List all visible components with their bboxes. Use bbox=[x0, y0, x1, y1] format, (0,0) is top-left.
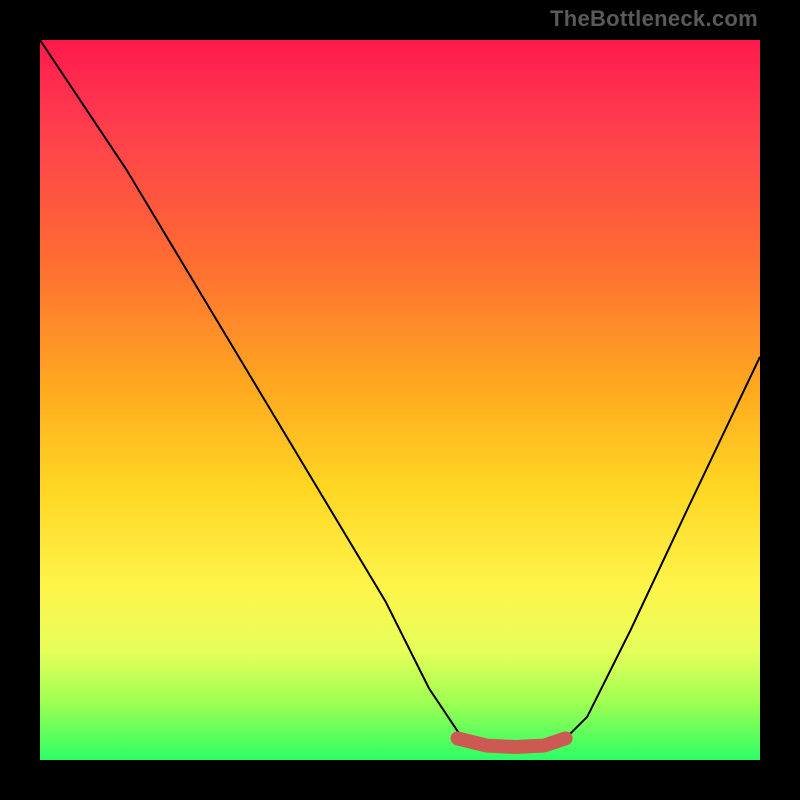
watermark-text: TheBottleneck.com bbox=[550, 6, 758, 32]
curve-right-arm bbox=[558, 357, 760, 746]
curve-left-arm bbox=[40, 40, 472, 746]
highlight-band bbox=[458, 738, 566, 747]
chart-svg bbox=[40, 40, 760, 760]
plot-area bbox=[40, 40, 760, 760]
